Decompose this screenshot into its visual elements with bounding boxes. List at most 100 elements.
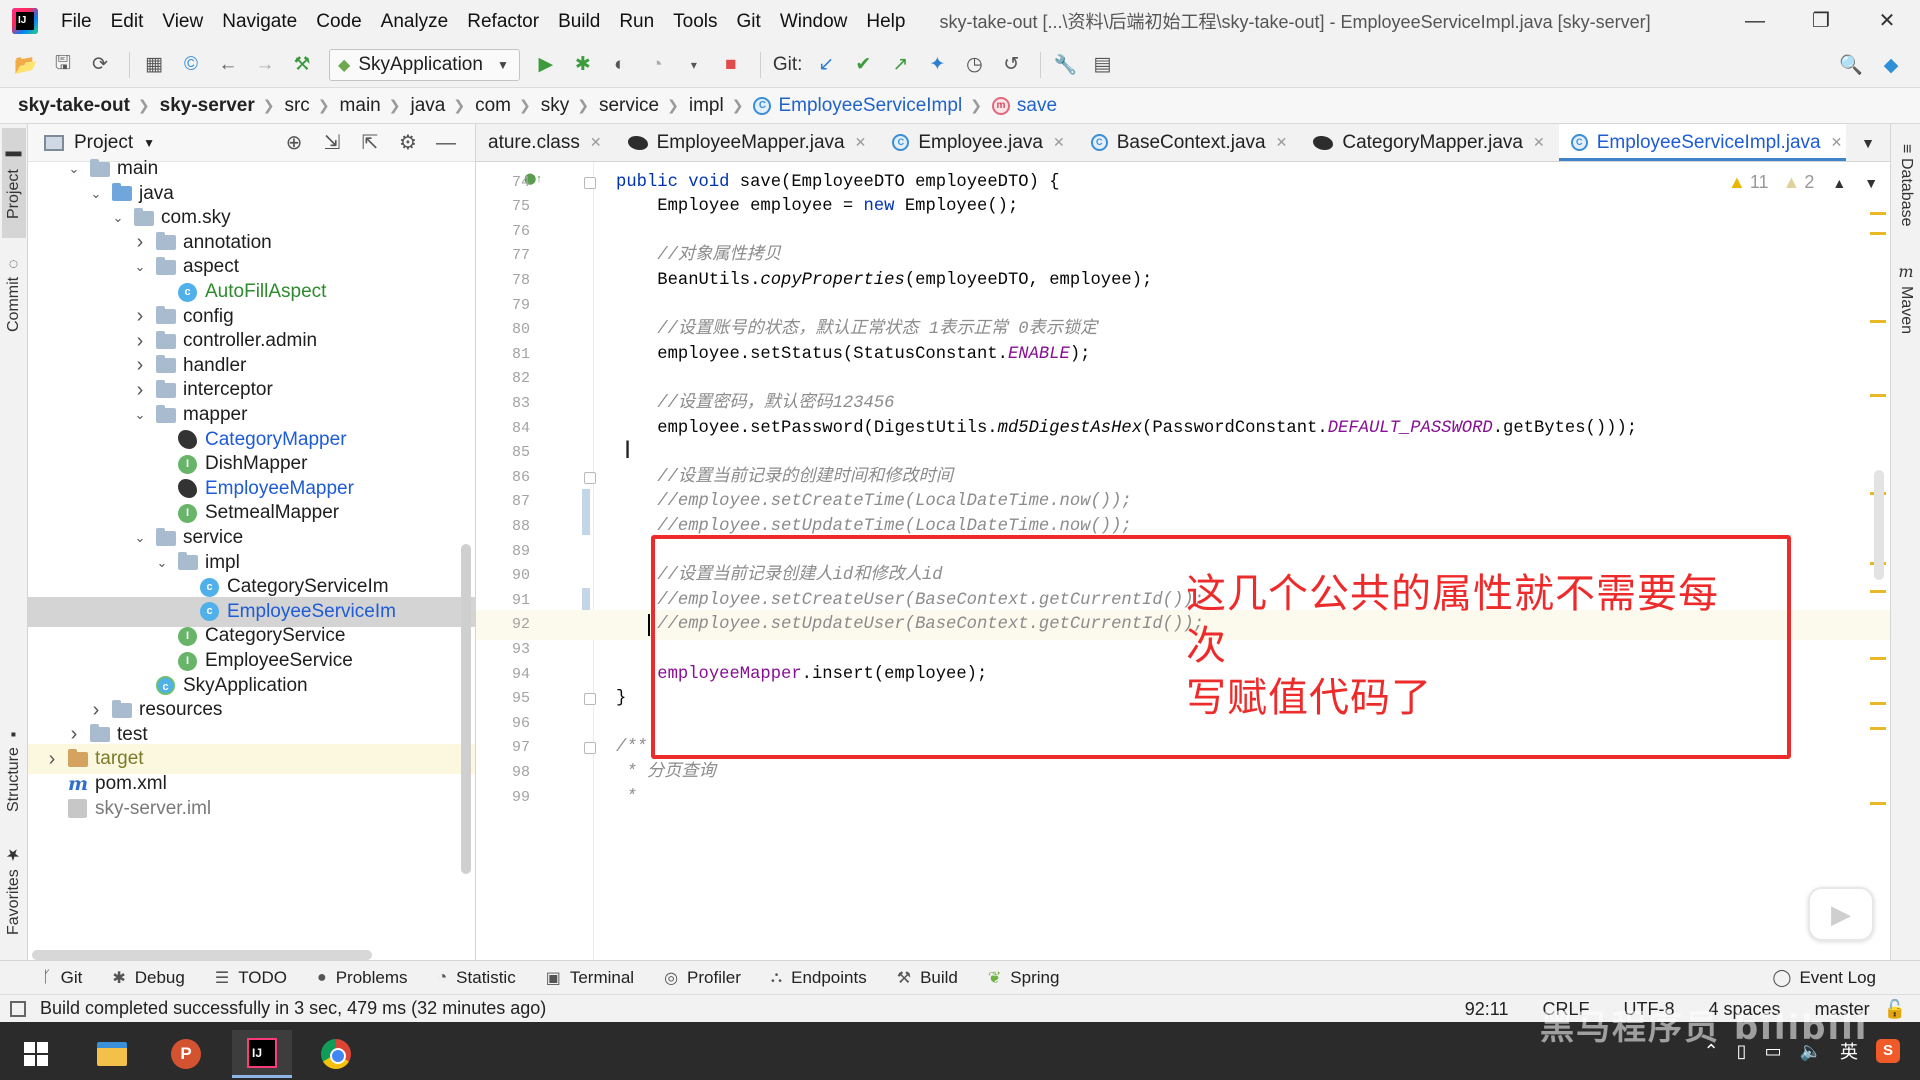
menu-item-navigate[interactable]: Navigate: [213, 0, 307, 42]
menu-item-window[interactable]: Window: [771, 0, 858, 42]
windows-start-button[interactable]: [6, 1030, 66, 1078]
editor-tab-categorymapper-java[interactable]: CategoryMapper.java ✕: [1301, 124, 1558, 161]
chevron-right-icon[interactable]: ›: [132, 379, 148, 402]
menu-item-build[interactable]: Build: [549, 0, 610, 42]
chevron-right-icon[interactable]: ›: [132, 354, 148, 377]
chevron-down-icon[interactable]: ⌄: [154, 555, 170, 571]
breadcrumb-item[interactable]: sky-take-out: [18, 95, 130, 117]
menu-item-help[interactable]: Help: [857, 0, 915, 42]
more-run-chevron-icon[interactable]: ▾: [678, 49, 710, 81]
project-structure-folder-icon[interactable]: ▤: [1086, 49, 1118, 81]
git-commit-check-icon[interactable]: ✔: [847, 49, 879, 81]
menu-item-view[interactable]: View: [153, 0, 213, 42]
editor-vertical-scrollbar[interactable]: [1874, 470, 1884, 580]
menu-item-tools[interactable]: Tools: [664, 0, 727, 42]
git-merge-icon[interactable]: ✦: [921, 49, 953, 81]
menu-item-edit[interactable]: Edit: [102, 0, 154, 42]
tool-button-terminal[interactable]: ▣ Terminal: [546, 968, 634, 988]
tool-button-endpoints[interactable]: ⛬ Endpoints: [771, 968, 867, 988]
forward-arrow-icon[interactable]: →: [249, 49, 281, 81]
close-tab-icon[interactable]: ✕: [1831, 134, 1843, 151]
taskbar-powerpoint[interactable]: P: [156, 1030, 216, 1078]
menu-item-analyze[interactable]: Analyze: [372, 0, 459, 42]
run-icon[interactable]: ▶: [530, 49, 562, 81]
minimize-icon[interactable]: —: [1722, 0, 1788, 42]
tool-tab-project[interactable]: Project ▬: [2, 128, 26, 238]
caret-position[interactable]: 92:11: [1465, 995, 1509, 1023]
tabs-list-chevron-icon[interactable]: ▼: [1846, 124, 1890, 161]
restore-icon[interactable]: ❐: [1788, 0, 1854, 42]
git-rollback-icon[interactable]: ↺: [995, 49, 1027, 81]
status-message[interactable]: Build completed successfully in 3 sec, 4…: [40, 998, 546, 1019]
editor-tab-basecontext-java[interactable]: C BaseContext.java ✕: [1079, 124, 1302, 161]
menu-item-run[interactable]: Run: [610, 0, 664, 42]
close-tab-icon[interactable]: ✕: [1053, 134, 1065, 151]
chevron-right-icon[interactable]: ›: [44, 748, 60, 771]
tree-row-sky-server-iml[interactable]: sky-server.iml: [28, 794, 475, 824]
tool-tab-commit[interactable]: Commit ◌: [2, 244, 26, 344]
tool-button-todo[interactable]: ☰ TODO: [215, 968, 287, 988]
chevron-down-icon[interactable]: ⌄: [132, 259, 148, 275]
close-tab-icon[interactable]: ✕: [1533, 134, 1545, 151]
tool-button-statistic[interactable]: ◔ Statistic: [438, 968, 516, 988]
tool-button-event-log[interactable]: ◯ Event Log: [1772, 961, 1876, 995]
breadcrumb-item[interactable]: main: [340, 95, 381, 117]
editor-tab-ature-class[interactable]: ature.class ✕: [476, 124, 616, 161]
debug-bug-icon[interactable]: ✱: [567, 49, 599, 81]
menu-item-refactor[interactable]: Refactor: [458, 0, 549, 42]
inspection-widget[interactable]: ▲ 11 ▲ 2 ▲ ▼: [1728, 172, 1878, 193]
tool-button-debug[interactable]: ✱ Debug: [112, 968, 185, 988]
chevron-right-icon[interactable]: ›: [88, 699, 104, 722]
save-all-icon[interactable]: 🖫: [47, 49, 79, 81]
editor-tab-employeeserviceimpl-java[interactable]: C EmployeeServiceImpl.java ✕: [1558, 124, 1857, 161]
chevron-right-icon[interactable]: ›: [132, 305, 148, 328]
git-push-icon[interactable]: ↗: [884, 49, 916, 81]
video-play-button-icon[interactable]: ▶: [1808, 887, 1874, 941]
tool-button-problems[interactable]: ● Problems: [317, 968, 407, 988]
git-history-clock-icon[interactable]: ◷: [958, 49, 990, 81]
breadcrumb-item[interactable]: impl: [689, 95, 724, 117]
profile-icon[interactable]: ◔: [641, 49, 673, 81]
project-structure-icon[interactable]: ▦: [138, 49, 170, 81]
breadcrumb-item[interactable]: sky-server: [160, 95, 255, 117]
open-folder-icon[interactable]: 📂: [10, 49, 42, 81]
taskbar-intellij[interactable]: IJ: [232, 1030, 292, 1078]
breadcrumb-item-method[interactable]: m save: [991, 95, 1057, 117]
search-everywhere-icon[interactable]: 🔍: [1835, 49, 1867, 81]
close-tab-icon[interactable]: ✕: [855, 134, 867, 151]
tool-windows-toggle-icon[interactable]: [10, 1000, 26, 1017]
build-hammer-icon[interactable]: ⚒: [286, 49, 318, 81]
close-icon[interactable]: ✕: [1854, 0, 1920, 42]
close-tab-icon[interactable]: ✕: [1276, 134, 1288, 151]
close-tab-icon[interactable]: ✕: [590, 134, 602, 151]
taskbar-chrome[interactable]: [306, 1030, 366, 1078]
sogou-ime-icon[interactable]: S: [1876, 1039, 1900, 1063]
editor-tab-employee-java[interactable]: C Employee.java ✕: [880, 124, 1078, 161]
stop-icon[interactable]: ■: [715, 49, 747, 81]
chevron-right-icon[interactable]: ›: [66, 723, 82, 746]
code-line[interactable]: 99 *: [476, 783, 1890, 813]
back-arrow-icon[interactable]: ←: [212, 49, 244, 81]
menu-item-code[interactable]: Code: [307, 0, 371, 42]
coverage-icon[interactable]: ◐: [604, 49, 636, 81]
run-configuration-select[interactable]: ◆ SkyApplication ▼: [329, 48, 520, 81]
breadcrumb-item[interactable]: src: [284, 95, 309, 117]
project-panel-title[interactable]: Project: [74, 132, 133, 154]
breadcrumb-item[interactable]: java: [410, 95, 445, 117]
chevron-right-icon[interactable]: ›: [132, 330, 148, 353]
tool-tab-maven[interactable]: m Maven: [1894, 248, 1918, 348]
git-update-icon[interactable]: ↙: [810, 49, 842, 81]
tool-button-spring[interactable]: ❦ Spring: [988, 968, 1060, 988]
tool-button-build[interactable]: ⚒ Build: [897, 968, 958, 988]
tool-tab-database[interactable]: ≡ Database: [1894, 130, 1918, 240]
chevron-right-icon[interactable]: ›: [132, 231, 148, 254]
taskbar-file-explorer[interactable]: [82, 1030, 142, 1078]
sync-icon[interactable]: ⟳: [84, 49, 116, 81]
chevron-down-icon[interactable]: ⌄: [132, 407, 148, 423]
tool-tab-structure[interactable]: Structure ▪: [2, 714, 26, 824]
settings-wrench-icon[interactable]: 🔧: [1049, 49, 1081, 81]
breadcrumb-item[interactable]: com: [475, 95, 511, 117]
chevron-up-icon[interactable]: ▲: [1832, 175, 1846, 191]
chevron-down-icon[interactable]: ⌄: [66, 161, 82, 177]
chevron-down-icon[interactable]: ⌄: [110, 210, 126, 226]
